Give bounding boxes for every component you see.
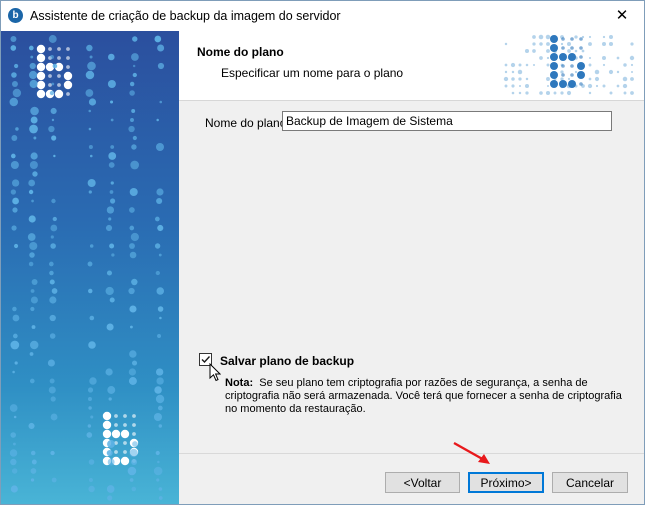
encryption-note: Nota: Se seu plano tem criptografia por …: [225, 377, 630, 416]
dotted-pattern-graphic: [9, 35, 165, 501]
red-arrow-annotation: [453, 441, 490, 464]
cancel-button[interactable]: Cancelar: [552, 472, 628, 493]
app-logo-icon: b: [8, 8, 23, 23]
save-plan-label[interactable]: Salvar plano de backup: [220, 354, 354, 368]
back-button[interactable]: <Voltar: [385, 472, 460, 493]
wizard-footer: <Voltar Próximo> Cancelar: [179, 453, 644, 504]
page-title: Nome do plano: [197, 45, 284, 59]
title-bar: b Assistente de criação de backup da ima…: [1, 1, 644, 31]
plan-name-label: Nome do plano:: [205, 116, 290, 130]
next-button[interactable]: Próximo>: [468, 472, 544, 493]
wizard-content: Nome do plano: Salvar plano de backup No…: [179, 101, 644, 453]
note-prefix: Nota:: [225, 377, 254, 389]
brand-logo-icon: [502, 31, 642, 100]
wizard-header: Nome do plano Especificar um nome para o…: [179, 31, 644, 101]
wizard-side-banner: [1, 31, 179, 504]
plan-name-input[interactable]: [282, 111, 612, 131]
note-text: Se seu plano tem criptografia por razões…: [225, 377, 622, 415]
page-subtitle: Especificar um nome para o plano: [221, 66, 404, 80]
close-button[interactable]: ✕: [600, 1, 644, 31]
wizard-window: b Assistente de criação de backup da ima…: [0, 0, 645, 505]
window-title: Assistente de criação de backup da image…: [30, 9, 341, 23]
